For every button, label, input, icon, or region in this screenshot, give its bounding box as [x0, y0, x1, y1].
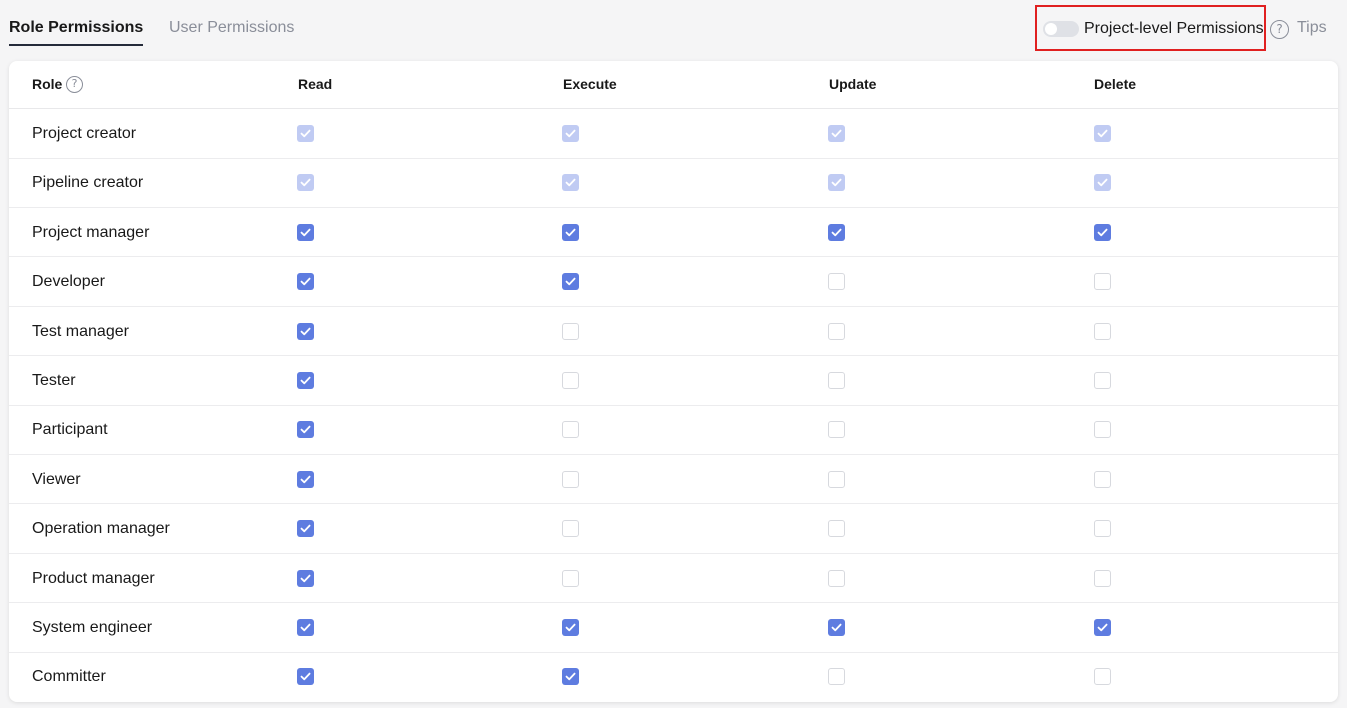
role-name: Pipeline creator: [32, 174, 144, 192]
update-checkbox[interactable]: [828, 520, 845, 538]
header-read: Read: [298, 76, 333, 92]
update-checkbox[interactable]: [828, 223, 845, 241]
table-row: Project creator: [9, 109, 1338, 159]
execute-checkbox[interactable]: [562, 668, 579, 686]
help-circle-icon[interactable]: ?: [1270, 20, 1289, 39]
update-checkbox[interactable]: [828, 273, 845, 291]
update-checkbox[interactable]: [828, 372, 845, 389]
tips-link[interactable]: Tips: [1297, 18, 1327, 38]
project-level-permissions-label: Project-level Permissions: [1084, 20, 1264, 37]
delete-checkbox[interactable]: [1094, 223, 1111, 241]
role-name: Project creator: [32, 125, 137, 142]
update-checkbox[interactable]: [828, 421, 845, 439]
table-row: Participant: [9, 405, 1338, 455]
permissions-table: Role ? Read Execute Update Delete Projec…: [9, 61, 1338, 702]
table-row: Pipeline creator: [9, 158, 1338, 208]
table-row: Test manager: [9, 307, 1338, 357]
update-checkbox[interactable]: [828, 322, 845, 340]
read-checkbox[interactable]: [297, 421, 314, 439]
role-name: Tester: [32, 372, 76, 389]
role-name: Product manager: [32, 569, 155, 587]
delete-checkbox[interactable]: [1094, 668, 1111, 686]
execute-checkbox[interactable]: [562, 273, 579, 291]
tab-role-permissions[interactable]: Role Permissions: [9, 18, 144, 46]
execute-checkbox[interactable]: [562, 569, 579, 587]
delete-checkbox[interactable]: [1094, 619, 1111, 636]
role-name: System engineer: [32, 619, 153, 636]
table-row: Product manager: [9, 554, 1338, 604]
role-name: Project manager: [32, 223, 150, 241]
delete-checkbox[interactable]: [1094, 470, 1111, 488]
table-row: Operation manager: [9, 504, 1338, 554]
execute-checkbox[interactable]: [562, 421, 579, 439]
read-checkbox[interactable]: [297, 372, 314, 389]
update-checkbox[interactable]: [828, 619, 845, 636]
table-row: Viewer: [9, 455, 1338, 505]
role-name: Committer: [32, 668, 106, 686]
execute-checkbox[interactable]: [562, 470, 579, 488]
execute-checkbox[interactable]: [562, 619, 579, 636]
execute-checkbox: [562, 125, 579, 142]
update-checkbox[interactable]: [828, 668, 845, 686]
execute-checkbox[interactable]: [562, 322, 579, 340]
table-header: Role ? Read Execute Update Delete: [9, 61, 1338, 109]
role-name: Developer: [32, 273, 105, 291]
delete-checkbox: [1094, 174, 1111, 192]
read-checkbox[interactable]: [297, 569, 314, 587]
delete-checkbox[interactable]: [1094, 372, 1111, 389]
delete-checkbox[interactable]: [1094, 421, 1111, 439]
role-name: Viewer: [32, 470, 81, 488]
table-row: Project manager: [9, 208, 1338, 258]
tab-user-permissions[interactable]: User Permissions: [169, 18, 294, 38]
header-update: Update: [829, 76, 877, 92]
delete-checkbox: [1094, 125, 1111, 142]
role-name: Operation manager: [32, 520, 170, 538]
role-name: Participant: [32, 421, 108, 439]
read-checkbox[interactable]: [297, 520, 314, 538]
update-checkbox[interactable]: [828, 569, 845, 587]
execute-checkbox: [562, 174, 579, 192]
read-checkbox: [297, 174, 314, 192]
role-help-icon[interactable]: ?: [66, 76, 83, 93]
read-checkbox[interactable]: [297, 470, 314, 488]
read-checkbox: [297, 125, 314, 142]
execute-checkbox[interactable]: [562, 223, 579, 241]
table-row: Committer: [9, 652, 1338, 702]
read-checkbox[interactable]: [297, 322, 314, 340]
execute-checkbox[interactable]: [562, 520, 579, 538]
execute-checkbox[interactable]: [562, 372, 579, 389]
header-delete: Delete: [1094, 76, 1137, 92]
delete-checkbox[interactable]: [1094, 520, 1111, 538]
update-checkbox: [828, 174, 845, 192]
top-bar: Role Permissions User Permissions Projec…: [0, 0, 1347, 56]
table-row: Tester: [9, 356, 1338, 406]
delete-checkbox[interactable]: [1094, 273, 1111, 291]
read-checkbox[interactable]: [297, 223, 314, 241]
header-role: Role: [32, 76, 63, 92]
update-checkbox[interactable]: [828, 470, 845, 488]
read-checkbox[interactable]: [297, 273, 314, 291]
update-checkbox: [828, 125, 845, 142]
toggle-knob: [1045, 23, 1057, 35]
project-level-permissions-toggle[interactable]: [1043, 21, 1079, 37]
read-checkbox[interactable]: [297, 619, 314, 636]
delete-checkbox[interactable]: [1094, 569, 1111, 587]
header-execute: Execute: [563, 76, 617, 92]
table-row: System engineer: [9, 603, 1338, 653]
delete-checkbox[interactable]: [1094, 322, 1111, 340]
read-checkbox[interactable]: [297, 668, 314, 686]
role-name: Test manager: [32, 322, 129, 340]
table-row: Developer: [9, 257, 1338, 307]
